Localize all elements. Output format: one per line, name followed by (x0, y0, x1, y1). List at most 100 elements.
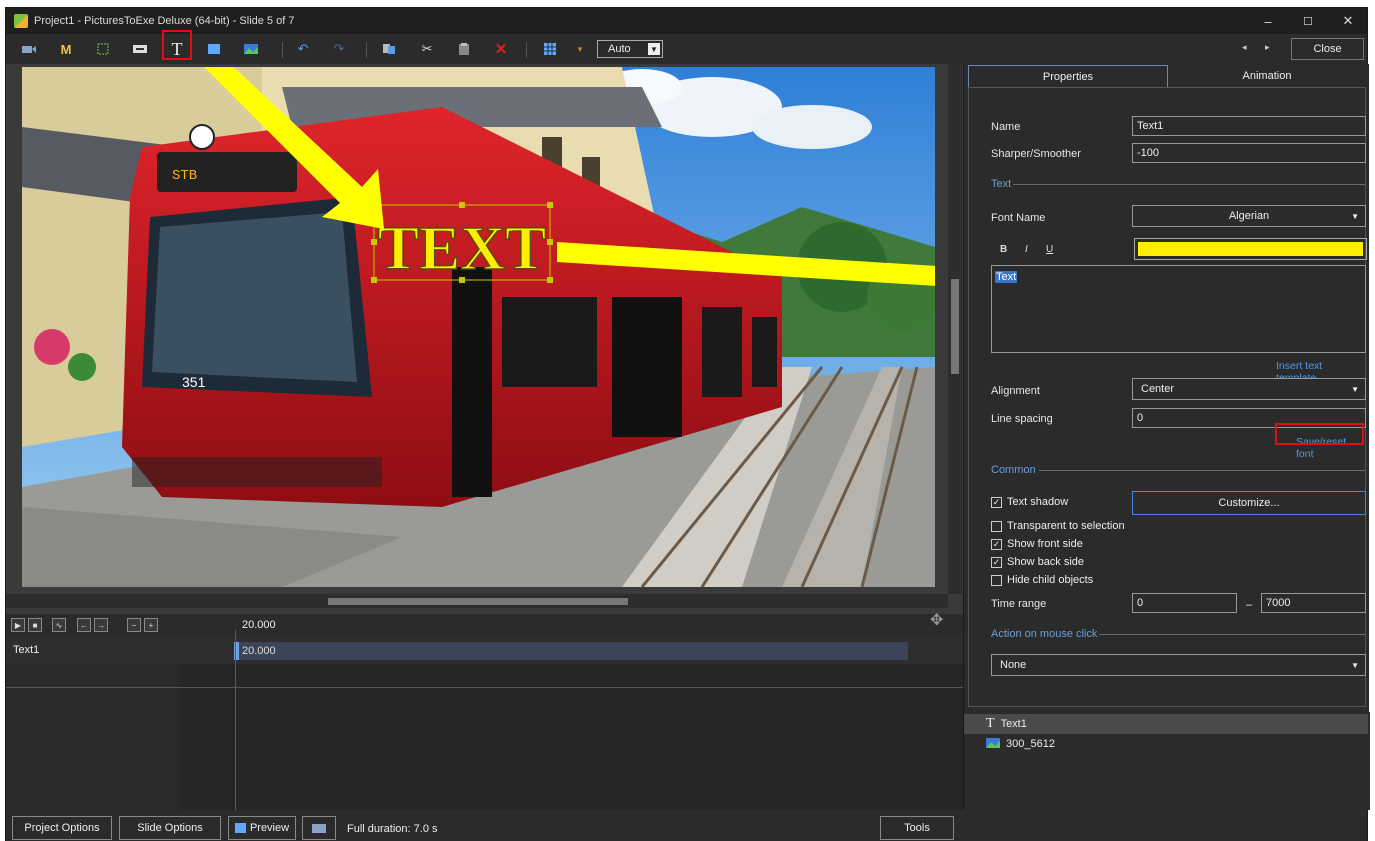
preview-label: Preview (249, 822, 290, 834)
checkbox-icon (991, 574, 1002, 586)
highlight-text-tool (162, 30, 192, 60)
timeline-clip[interactable] (234, 642, 908, 660)
vertical-scrollbar[interactable] (948, 64, 962, 594)
title-bar: Project1 - PicturesToExe Deluxe (64-bit)… (6, 8, 1367, 34)
waveform-icon[interactable]: ∿ (52, 618, 66, 632)
tab-animation[interactable]: Animation (1168, 65, 1366, 87)
checkbox-icon: ✓ (991, 538, 1002, 550)
timeline-left-area (6, 664, 180, 810)
play-icon[interactable]: ▶ (11, 618, 25, 632)
grid-dropdown-icon[interactable]: ▼ (569, 38, 591, 60)
show-back-label: Show back side (1007, 556, 1085, 568)
name-label: Name (991, 121, 1021, 133)
close-window-button[interactable]: ✕ (1328, 8, 1368, 34)
clip-time: 20.000 (242, 645, 276, 657)
alignment-select[interactable]: Center ▼ (1132, 378, 1366, 400)
object-list-item[interactable]: T Text1 (964, 714, 1368, 734)
zoom-out-icon[interactable]: − (127, 618, 141, 632)
underline-button[interactable]: U (1046, 244, 1053, 255)
italic-button[interactable]: I (1025, 244, 1028, 255)
text-content-input[interactable]: Text (991, 265, 1366, 353)
checkbox-icon (991, 520, 1002, 532)
checkbox-icon: ✓ (991, 496, 1002, 508)
transparent-checkbox[interactable]: Transparent to selection (991, 520, 1125, 532)
slide-canvas-area: STB 351 TEXT (6, 64, 963, 614)
prev-slide-button[interactable]: ◂ (1242, 42, 1247, 53)
fullscreen-preview-button[interactable] (302, 816, 336, 840)
horizontal-scrollbar[interactable] (6, 594, 948, 608)
show-front-checkbox[interactable]: ✓ Show front side (991, 538, 1083, 550)
undo-icon[interactable]: ↶ (292, 38, 314, 60)
timeline-cursor[interactable] (235, 630, 236, 810)
timeline-track[interactable]: Text1 20.000 (6, 636, 963, 664)
camera-icon[interactable] (18, 38, 40, 60)
button-object-icon[interactable] (129, 38, 151, 60)
copy-properties-icon[interactable] (378, 38, 400, 60)
show-back-checkbox[interactable]: ✓ Show back side (991, 556, 1084, 568)
maximize-button[interactable]: ☐ (1288, 8, 1328, 34)
arrow-right-icon[interactable]: → (94, 618, 108, 632)
separator (526, 42, 527, 58)
properties-body: Name Text1 Sharper/Smoother -100 Text Fo… (968, 87, 1367, 707)
minimize-button[interactable]: – (1248, 8, 1288, 34)
frame-icon[interactable] (92, 38, 114, 60)
project-options-button[interactable]: Project Options (12, 816, 112, 840)
text-shadow-checkbox[interactable]: ✓ Text shadow (991, 496, 1068, 508)
time-range-from-input[interactable]: 0 (1132, 593, 1237, 613)
bottom-bar: Project Options Slide Options Preview Fu… (6, 810, 1367, 841)
bold-button[interactable]: B (1000, 244, 1007, 255)
text-icon: T (986, 716, 995, 731)
divider (1039, 470, 1365, 471)
monitor-icon (312, 823, 326, 833)
slide-options-button[interactable]: Slide Options (119, 816, 221, 840)
timeline-controls: ▶ ■ ∿ ← → − + 20.000 ✥ (6, 612, 963, 636)
mouse-action-section-title: Action on mouse click (991, 628, 1098, 640)
time-range-to-input[interactable]: 7000 (1261, 593, 1366, 613)
rectangle-icon[interactable] (203, 38, 225, 60)
tram-destination-sign: STB (172, 168, 197, 184)
full-duration-text: Full duration: 7.0 s (347, 823, 438, 835)
move-icon[interactable]: ✥ (930, 610, 943, 630)
next-slide-button[interactable]: ▸ (1265, 42, 1270, 53)
paste-icon[interactable] (453, 38, 475, 60)
common-section-title: Common (991, 464, 1036, 476)
mouse-action-value: None (1000, 659, 1027, 671)
zoom-in-icon[interactable]: + (144, 618, 158, 632)
line-spacing-label: Line spacing (991, 413, 1053, 425)
text-shadow-label: Text shadow (1007, 496, 1069, 508)
mask-container-button[interactable]: M (55, 38, 77, 60)
separator (282, 42, 283, 58)
overlay-text[interactable]: TEXT (377, 214, 547, 284)
toolbar: M T ↶ ↷ ✂ ✕ ▼ Auto ▼ ◂ ▸ Close (6, 34, 1367, 64)
preview-button[interactable]: Preview (228, 816, 296, 840)
stop-icon[interactable]: ■ (28, 618, 42, 632)
text-color-picker[interactable] (1134, 238, 1367, 260)
hide-child-checkbox[interactable]: Hide child objects (991, 574, 1093, 586)
separator (366, 42, 367, 58)
image-icon[interactable] (240, 38, 262, 60)
object-list: T Text1 300_5612 (964, 712, 1370, 810)
object-list-item[interactable]: 300_5612 (964, 734, 1368, 754)
divider (1013, 184, 1365, 185)
font-name-label: Font Name (991, 212, 1046, 224)
font-name-value: Algerian (1228, 210, 1270, 222)
font-name-select[interactable]: Algerian ▼ (1132, 205, 1366, 227)
name-input[interactable]: Text1 (1132, 116, 1366, 136)
delete-icon[interactable]: ✕ (490, 38, 512, 60)
tab-properties[interactable]: Properties (968, 65, 1168, 87)
close-button[interactable]: Close (1291, 38, 1364, 60)
zoom-select[interactable]: Auto ▼ (597, 40, 663, 58)
grid-icon[interactable] (539, 38, 561, 60)
time-range-dash: – (1246, 599, 1253, 611)
show-front-label: Show front side (1007, 538, 1083, 550)
redo-icon[interactable]: ↷ (328, 38, 350, 60)
sharper-input[interactable]: -100 (1132, 143, 1366, 163)
cut-icon[interactable]: ✂ (416, 38, 438, 60)
alignment-label: Alignment (991, 385, 1040, 397)
sharper-label: Sharper/Smoother (991, 148, 1081, 160)
mouse-action-select[interactable]: None ▼ (991, 654, 1366, 676)
customize-button[interactable]: Customize... (1132, 491, 1366, 515)
arrow-left-icon[interactable]: ← (77, 618, 91, 632)
slide-photo[interactable]: STB 351 TEXT (22, 67, 935, 587)
tools-button[interactable]: Tools (880, 816, 954, 840)
